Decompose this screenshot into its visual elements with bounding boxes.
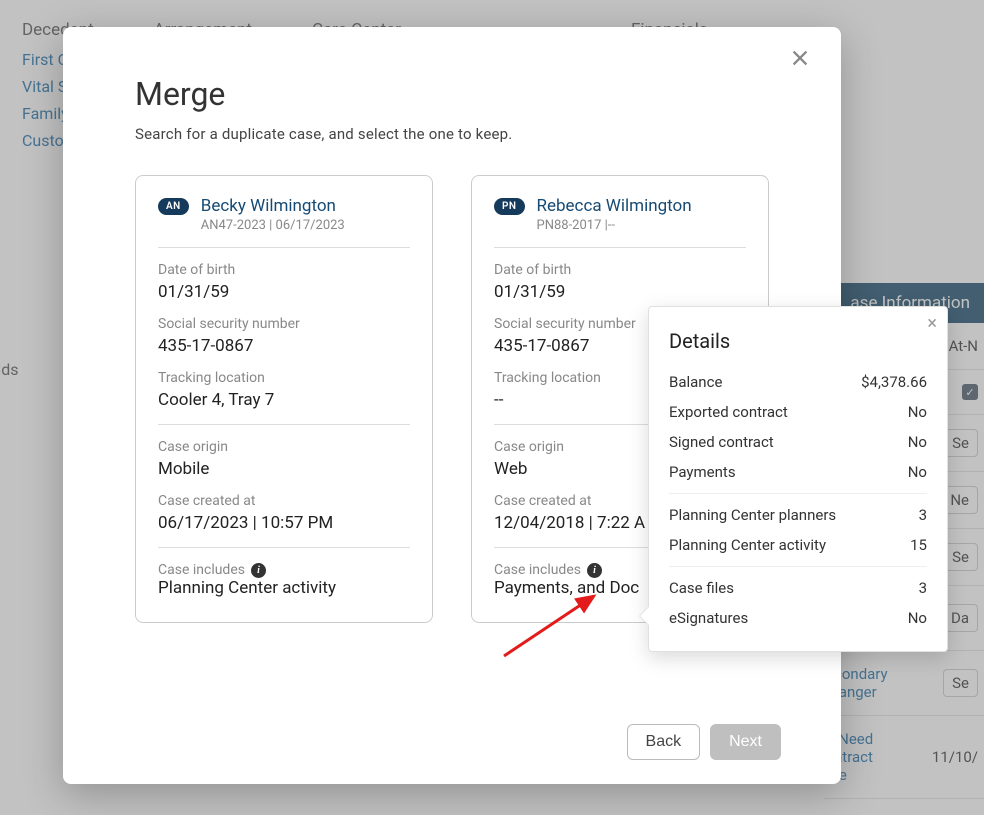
case-sub: AN47-2023 | 06/17/2023	[201, 218, 345, 233]
detail-row: Balance$4,378.66	[669, 367, 927, 397]
detail-row: eSignaturesNo	[669, 603, 927, 633]
ssn-label: Social security number	[158, 316, 410, 332]
created-value: 06/17/2023 | 10:57 PM	[158, 513, 410, 533]
detail-row: Planning Center activity15	[669, 530, 927, 560]
next-button: Next	[710, 724, 781, 760]
created-label: Case created at	[158, 493, 410, 509]
detail-row: Case files3	[669, 573, 927, 603]
case-type-pill: PN	[494, 198, 525, 215]
detail-row: Exported contractNo	[669, 397, 927, 427]
detail-row: PaymentsNo	[669, 457, 927, 487]
case-sub: PN88-2017 |--	[537, 218, 692, 233]
back-button[interactable]: Back	[627, 724, 701, 760]
origin-value: Mobile	[158, 459, 410, 479]
info-icon[interactable]: i	[587, 563, 602, 578]
includes-value: Planning Center activity	[158, 578, 410, 598]
popover-title: Details	[669, 329, 927, 353]
case-name: Rebecca Wilmington	[537, 196, 692, 216]
tracking-value: Cooler 4, Tray 7	[158, 390, 410, 410]
dob-label: Date of birth	[158, 262, 410, 278]
details-popover: × Details Balance$4,378.66 Exported cont…	[648, 306, 948, 652]
dob-value: 01/31/59	[494, 282, 746, 302]
tracking-label: Tracking location	[158, 370, 410, 386]
info-icon[interactable]: i	[251, 563, 266, 578]
case-name: Becky Wilmington	[201, 196, 345, 216]
ssn-value: 435-17-0867	[158, 336, 410, 356]
popover-close-icon[interactable]: ×	[927, 315, 937, 333]
includes-label: Case includes	[158, 562, 245, 578]
close-icon[interactable]	[789, 47, 817, 75]
dob-label: Date of birth	[494, 262, 746, 278]
origin-label: Case origin	[158, 439, 410, 455]
includes-label: Case includes	[494, 562, 581, 578]
dob-value: 01/31/59	[158, 282, 410, 302]
detail-row: Planning Center planners3	[669, 500, 927, 530]
modal-footer: Back Next	[627, 724, 781, 760]
detail-row: Signed contractNo	[669, 427, 927, 457]
modal-title: Merge	[135, 75, 781, 113]
case-card-becky[interactable]: AN Becky Wilmington AN47-2023 | 06/17/20…	[135, 175, 433, 623]
modal-subtitle: Search for a duplicate case, and select …	[135, 125, 781, 143]
case-type-pill: AN	[158, 198, 189, 215]
